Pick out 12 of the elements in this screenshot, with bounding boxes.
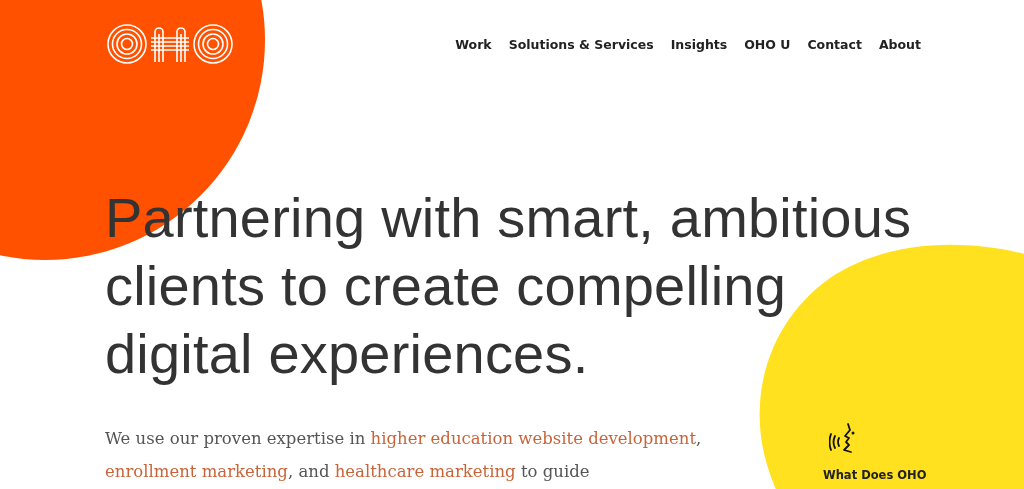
intro-paragraph: We use our proven expertise in higher education website development, enrollment marketing, and healthcare marketing to guide [105, 428, 703, 483]
nav-link[interactable]: Insights [670, 36, 728, 52]
nav-link[interactable]: Work [455, 36, 492, 52]
teaser-label[interactable]: What Does OHO [823, 468, 927, 482]
text-link[interactable]: healthcare marketing [334, 462, 516, 481]
nav-link[interactable]: OHO U [744, 36, 791, 52]
text-link[interactable]: enrollment marketing [105, 462, 288, 481]
nav-link[interactable]: Solutions & Services [508, 36, 654, 52]
text-link[interactable]: higher education website development [370, 429, 697, 448]
nav-link[interactable]: About [878, 36, 921, 52]
nav-link[interactable]: Contact [807, 36, 862, 52]
logo-drawing[interactable] [105, 22, 235, 66]
